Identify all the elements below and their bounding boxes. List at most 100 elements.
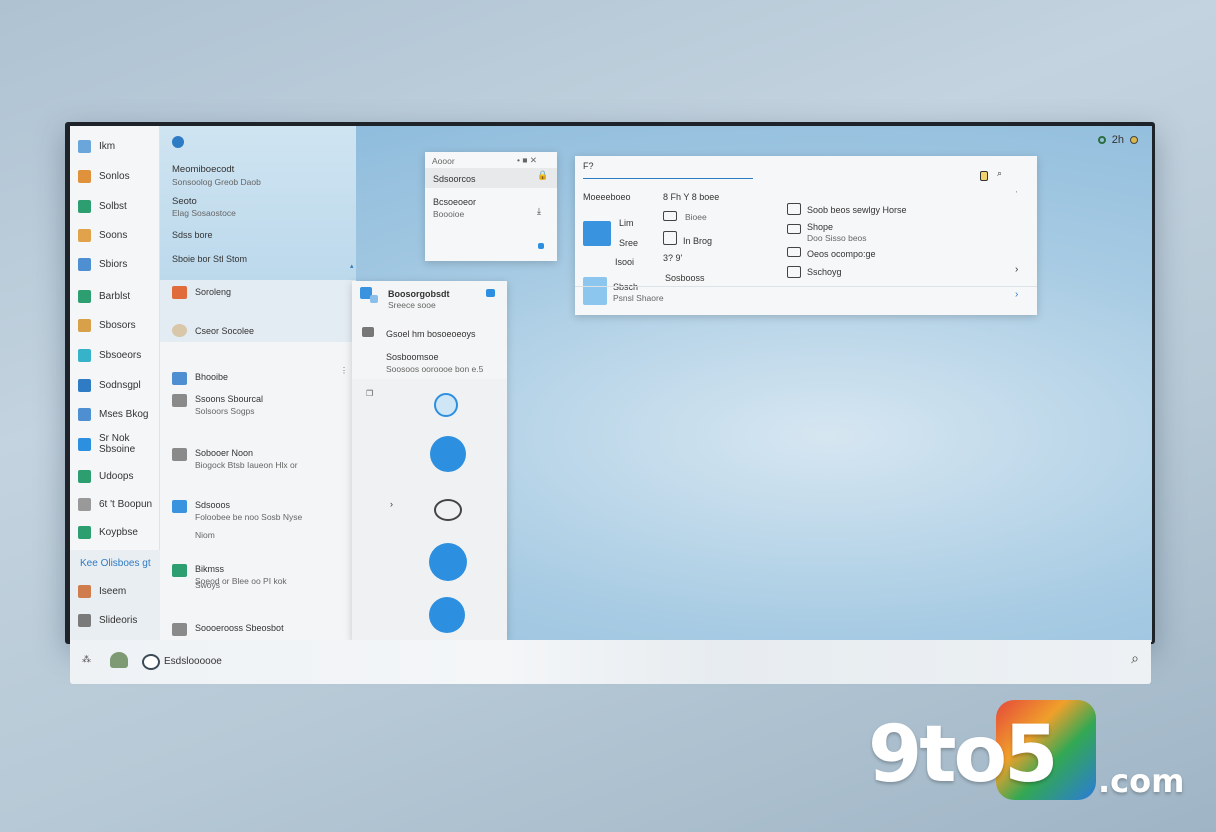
app-icon[interactable] (110, 652, 128, 668)
app-circle-icon-5[interactable] (429, 597, 465, 633)
rail-item[interactable]: Soons (78, 225, 127, 245)
info-icon[interactable]: ❐ (366, 389, 373, 398)
system-tray[interactable]: 2h (1097, 134, 1138, 146)
col1-item-1[interactable]: Lim (619, 218, 634, 228)
rail-bottom-item-label: Slideoris (99, 614, 138, 626)
list-item-title[interactable]: Soooerooss Sbeosbot (195, 623, 284, 633)
search-icon[interactable]: ⌕ (1131, 650, 1139, 667)
settings-icon[interactable]: ⌕ (997, 168, 1002, 179)
chevron-icon[interactable]: › (390, 499, 393, 509)
rail-bottom-item[interactable]: Iseem (78, 581, 126, 601)
rail-item-icon (78, 525, 91, 539)
popup-list-item-3[interactable]: Soosoos ooroooe bon e.5 (386, 364, 483, 374)
col2-item-2[interactable]: In Brog (683, 236, 712, 246)
rail-item[interactable]: Solbst (78, 196, 127, 216)
pin-icon[interactable] (486, 289, 495, 297)
rail-item-icon (78, 199, 91, 213)
rail-bottom-item[interactable]: Slideoris (78, 610, 137, 630)
popup-list-item-1[interactable]: Gsoel hm bosoeoeoys (386, 329, 476, 339)
col3-item-2-title[interactable]: Shope (807, 222, 833, 232)
rail-item-icon (78, 139, 91, 153)
list-item-title[interactable]: Bikmss (195, 564, 224, 574)
rail-item[interactable]: Sbosors (78, 315, 136, 335)
list-item-title[interactable]: Sobooer Noon (195, 448, 253, 458)
scroll-up-icon[interactable]: ▴ (350, 262, 354, 270)
list-item-sub: Biogock Btsb Iaueon Hlx or (195, 460, 298, 470)
rail-section-header[interactable]: Kee Olisboes gt (80, 558, 151, 569)
app-circle-icon-1[interactable] (434, 393, 458, 417)
col3-item-4[interactable]: Sschoyg (807, 267, 842, 277)
col1-header: Moeeeboeo (583, 192, 631, 202)
scroll-handle-icon[interactable]: ⋮ (340, 366, 348, 375)
app-circle-icon-4[interactable] (429, 543, 467, 581)
rail-item[interactable]: Koypbse (78, 522, 138, 542)
rail-item-icon (78, 407, 91, 421)
header-item-2-title[interactable]: Seoto (172, 196, 197, 207)
rail-item[interactable]: Sonlos (78, 166, 130, 186)
header-item-1-title[interactable]: Meomiboecodt (172, 164, 234, 175)
col1-bottom-title[interactable]: Sbsch (613, 282, 638, 292)
list-item-title[interactable]: Ssoons Sbourcal (195, 394, 263, 404)
rail-item[interactable]: Sodnsgpl (78, 375, 141, 395)
popup-large-title: F? (583, 161, 594, 171)
chevron-right-icon[interactable]: › (1015, 264, 1018, 275)
rail-item[interactable]: Barblst (78, 286, 130, 306)
app-tile-icon[interactable] (583, 221, 611, 246)
rail-item[interactable]: Sr Nok Sbsoine (78, 433, 159, 455)
rail-item-icon (78, 497, 91, 511)
rail-item-label: Sbsoeors (99, 349, 142, 361)
list-item-title[interactable]: Bhooibe (195, 372, 228, 382)
popup-list-item-2[interactable]: Sosboomsoe (386, 352, 439, 362)
col2-item-4[interactable]: Sosbooss (665, 273, 705, 283)
chevron-right-blue-icon[interactable]: › (1015, 289, 1018, 300)
popup-small-item-3[interactable]: Boooioe (433, 209, 464, 219)
header-item-3[interactable]: Sdss bore (172, 230, 213, 240)
selected-item-2[interactable]: Cseor Socolee (195, 326, 254, 336)
col3-item-1[interactable]: Soob beos sewlgy Horse (807, 205, 907, 215)
rail-item[interactable]: Sbsoeors (78, 345, 141, 365)
list-item-sub: Niom (195, 530, 215, 540)
col3-item-3[interactable]: Oeos ocompo:ge (807, 249, 876, 259)
rail-bottom-item-icon (78, 584, 91, 598)
document-icon (663, 231, 677, 245)
folder-icon[interactable] (980, 171, 988, 181)
col1-item-3[interactable]: Isooi (615, 257, 634, 267)
selected-item-1[interactable]: Soroleng (195, 287, 231, 297)
header-item-1-sub: Sonsoolog Greob Daob (172, 177, 261, 187)
rail-item-label: Udoops (99, 470, 134, 482)
popup-small-controls[interactable]: • ■ ✕ (517, 155, 537, 166)
rail-item-label: Soons (99, 229, 128, 241)
col1-item-2[interactable]: Sree (619, 238, 638, 248)
rail-item-label: Koypbse (99, 526, 138, 538)
watermark-domain-text: .com (1098, 762, 1185, 800)
rail-item-label: Sbiors (99, 258, 128, 270)
app-logo-icon (172, 136, 184, 148)
rail-item[interactable]: Mses Bkog (78, 404, 148, 424)
app-circle-icon-3[interactable] (434, 499, 462, 521)
rail-bottom-item-icon (78, 613, 91, 627)
image-icon (787, 247, 801, 257)
app-circle-icon-2[interactable] (430, 436, 466, 472)
app-badge-icon (370, 295, 378, 303)
col2-item-1[interactable]: Bioee (685, 212, 707, 222)
rail-item[interactable]: Udoops (78, 466, 133, 486)
popup-small-item-1[interactable]: Sdsoorcos (433, 174, 476, 184)
rail-item[interactable]: 6t 't Boopun (78, 494, 152, 514)
more-icon[interactable]: ˈ (1015, 190, 1018, 199)
header-item-4[interactable]: Sboie bor Stl Stom (172, 254, 247, 264)
rail-item[interactable]: Sbiors (78, 254, 127, 274)
taskbar-label[interactable]: Esdsloooooe (164, 656, 222, 667)
start-icon[interactable]: ⁂ (82, 654, 91, 665)
rail-item-label: 6t 't Boopun (99, 498, 153, 510)
rail-item-icon (78, 257, 91, 271)
list-item-title[interactable]: Sdsooos (195, 500, 230, 510)
status-dot-icon (538, 243, 544, 249)
chat-icon[interactable] (142, 654, 160, 670)
rail-item[interactable]: Ikm (78, 136, 115, 156)
col2-header: 8 Fh Y 8 boee (663, 192, 720, 202)
taskbar: ⁂ Esdsloooooe ⌕ (70, 640, 1151, 684)
notification-icon[interactable] (1130, 136, 1138, 144)
app-thumbnail-icon[interactable] (583, 277, 607, 305)
popup-small-item-2[interactable]: Bcsoeoeor (433, 197, 476, 207)
col2-item-3[interactable]: 3? 9' (663, 253, 682, 263)
